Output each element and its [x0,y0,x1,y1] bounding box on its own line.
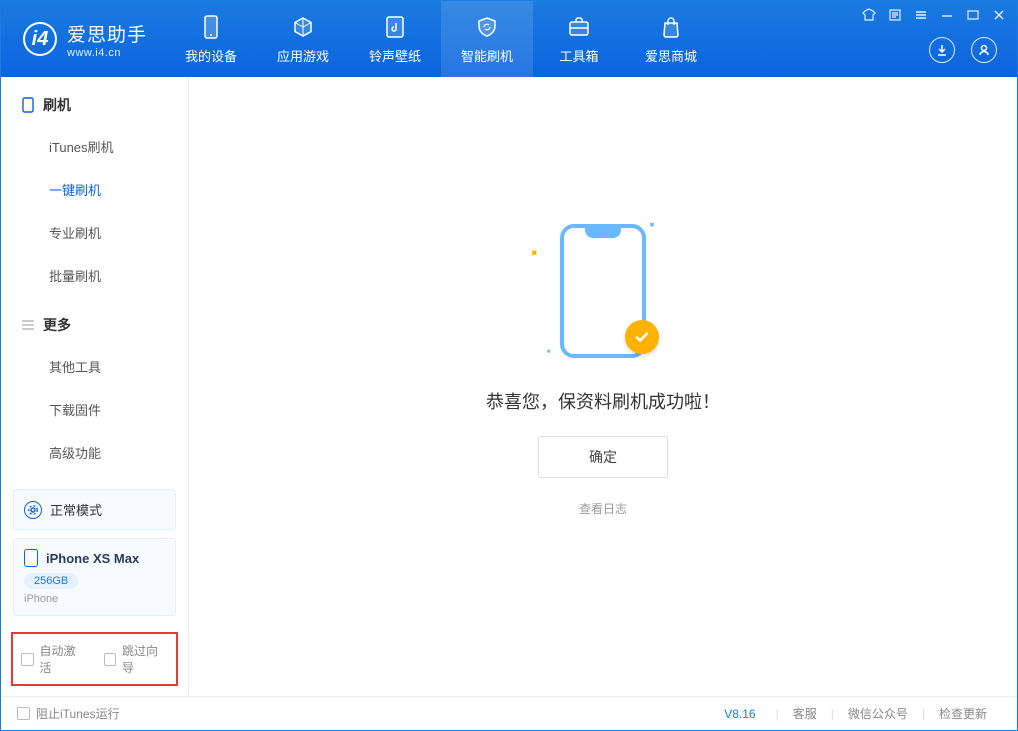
check-update-link[interactable]: 检查更新 [925,705,1001,722]
close-button[interactable] [991,7,1007,23]
sidebar-section-more: 更多 [1,315,188,345]
success-illustration: ✦ ✦ ✦ [523,216,683,366]
success-message: 恭喜您，保资料刷机成功啦！ [486,388,720,414]
view-log-link[interactable]: 查看日志 [579,500,627,517]
sparkle-icon: ✦ [644,219,658,233]
nav-label: 铃声壁纸 [369,46,421,65]
auto-activate-checkbox[interactable]: 自动激活 [21,642,86,676]
nav-label: 我的设备 [185,46,237,65]
logo-url: www.i4.cn [67,47,147,59]
logo-title: 爱思助手 [67,20,147,47]
menu-icon[interactable] [913,7,929,23]
ok-button[interactable]: 确定 [538,436,668,478]
skip-wizard-checkbox[interactable]: 跳过向导 [104,642,169,676]
minimize-button[interactable] [939,7,955,23]
logo-block: i4 爱思助手 www.i4.cn [1,1,165,77]
phone-outline-icon [21,98,35,112]
sidebar-item-one-click-flash[interactable]: 一键刷机 [1,168,188,211]
shirt-icon[interactable] [861,7,877,23]
sidebar-item-download-firmware[interactable]: 下载固件 [1,388,188,431]
app-header: i4 爱思助手 www.i4.cn 我的设备 应用游戏 铃声壁纸 智能刷机 [1,1,1017,77]
bag-icon [658,14,684,40]
nav-label: 工具箱 [560,46,599,65]
nav-toolbox[interactable]: 工具箱 [533,1,625,77]
checkbox-icon [21,653,34,666]
checkbox-icon [17,707,30,720]
briefcase-icon [566,14,592,40]
flash-options-row: 自动激活 跳过向导 [11,632,178,686]
nav-my-device[interactable]: 我的设备 [165,1,257,77]
device-mode-card[interactable]: 正常模式 [13,489,176,530]
sidebar-item-advanced[interactable]: 高级功能 [1,431,188,474]
nav-store[interactable]: 爱思商城 [625,1,717,77]
check-badge-icon [625,320,659,354]
nav-label: 智能刷机 [461,46,513,65]
user-icon[interactable] [971,37,997,63]
sidebar-item-pro-flash[interactable]: 专业刷机 [1,211,188,254]
download-icon[interactable] [929,37,955,63]
sparkle-icon: ✦ [526,244,543,261]
device-info-card[interactable]: iPhone XS Max 256GB iPhone [13,538,176,616]
sidebar-item-batch-flash[interactable]: 批量刷机 [1,254,188,297]
checkbox-icon [104,653,117,666]
cube-icon [290,14,316,40]
device-type: iPhone [24,593,165,605]
maximize-button[interactable] [965,7,981,23]
footer: 阻止iTunes运行 V8.16 | 客服 | 微信公众号 | 检查更新 [1,696,1017,730]
sidebar-section-flash: 刷机 [1,95,188,125]
note-icon[interactable] [887,7,903,23]
nav-label: 爱思商城 [645,46,697,65]
wechat-link[interactable]: 微信公众号 [834,705,922,722]
device-name: iPhone XS Max [46,551,139,566]
window-controls [861,7,1007,23]
device-mode-label: 正常模式 [50,500,102,519]
logo-icon: i4 [23,22,57,56]
version-label: V8.16 [724,707,755,721]
phone-icon [198,14,224,40]
device-storage-badge: 256GB [24,573,78,589]
support-link[interactable]: 客服 [779,705,831,722]
nav-apps[interactable]: 应用游戏 [257,1,349,77]
device-phone-icon [24,549,38,567]
block-itunes-checkbox[interactable]: 阻止iTunes运行 [17,705,120,722]
header-nav: 我的设备 应用游戏 铃声壁纸 智能刷机 工具箱 爱思商城 [165,1,717,77]
nav-smart-flash[interactable]: 智能刷机 [441,1,533,77]
list-icon [21,318,35,332]
mode-icon [24,501,42,519]
music-file-icon [382,14,408,40]
sidebar: 刷机 iTunes刷机 一键刷机 专业刷机 批量刷机 更多 其他工具 下载固件 … [1,77,189,696]
main-content: ✦ ✦ ✦ 恭喜您，保资料刷机成功啦！ 确定 查看日志 [189,77,1017,696]
nav-ringtone[interactable]: 铃声壁纸 [349,1,441,77]
sidebar-item-other-tools[interactable]: 其他工具 [1,345,188,388]
sparkle-icon: ✦ [543,346,554,357]
shield-refresh-icon [474,14,500,40]
sidebar-item-itunes-flash[interactable]: iTunes刷机 [1,125,188,168]
nav-label: 应用游戏 [277,46,329,65]
